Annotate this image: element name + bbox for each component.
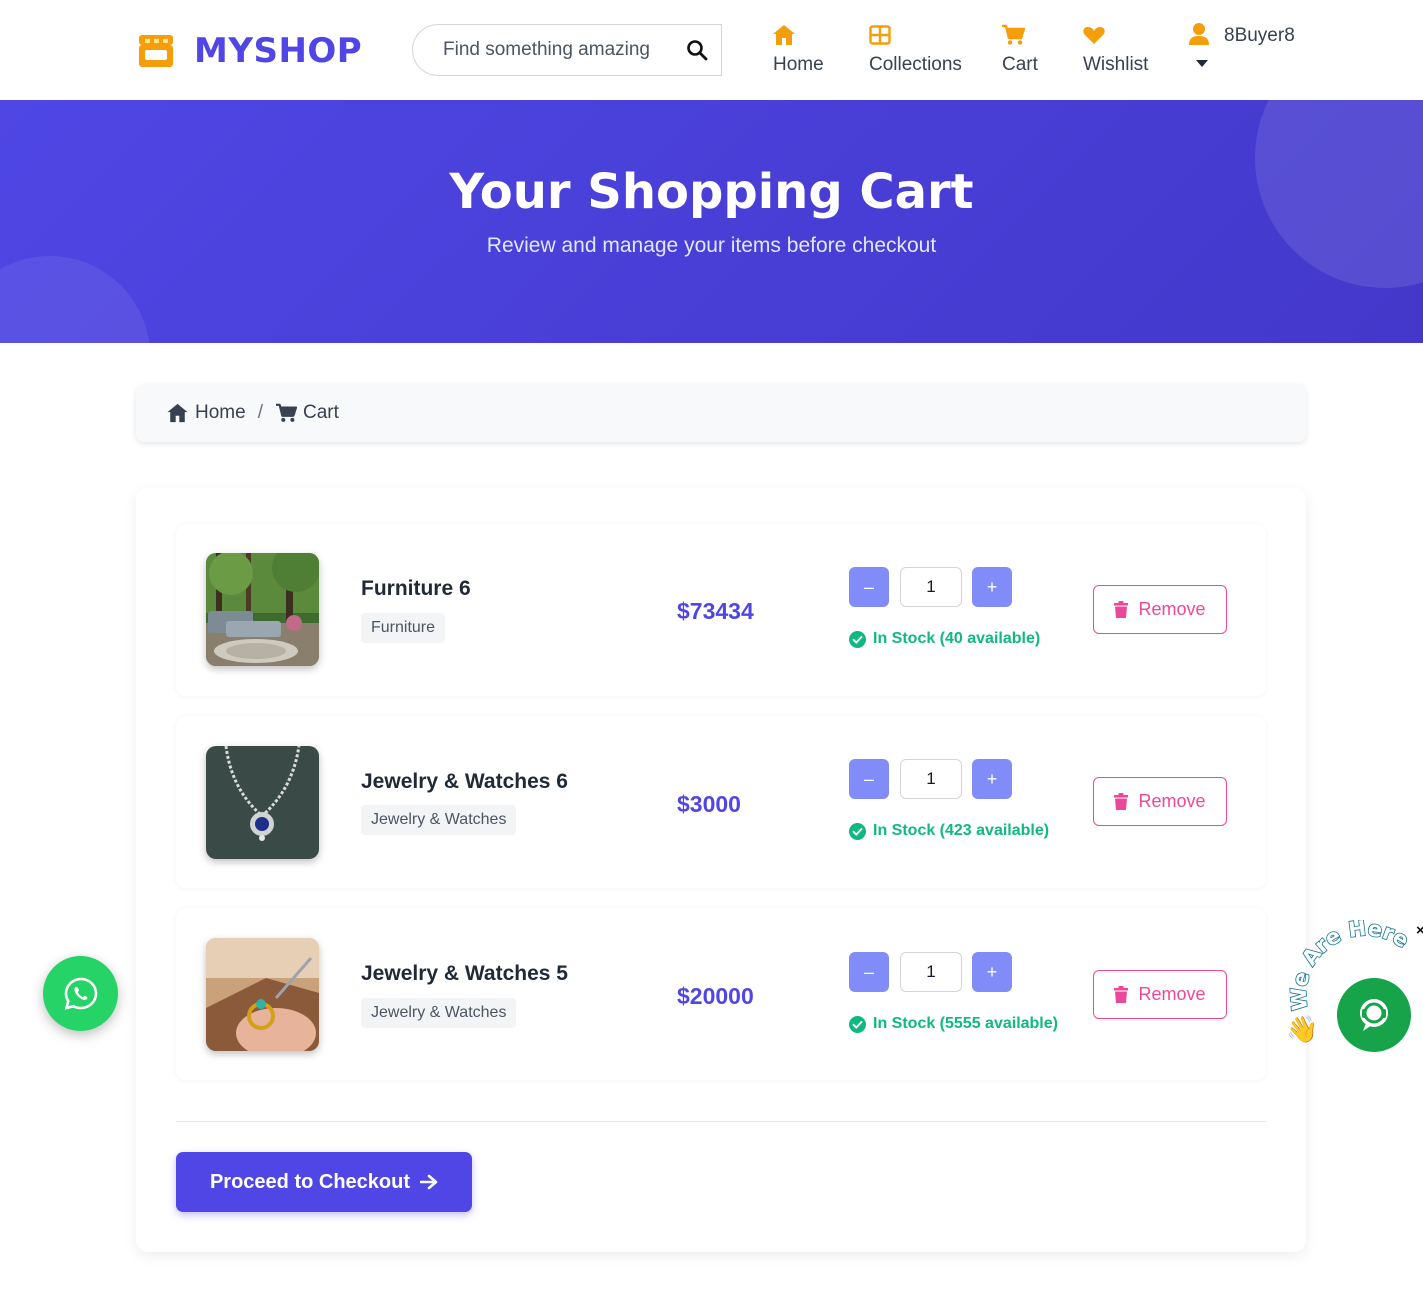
page-title: Your Shopping Cart xyxy=(449,164,974,220)
breadcrumb-home-label: Home xyxy=(195,402,246,423)
nav-collections[interactable]: Collections xyxy=(869,22,962,76)
category-badge: Furniture xyxy=(361,613,446,643)
checkout-label: Proceed to Checkout xyxy=(209,1170,411,1193)
cart-icon xyxy=(1000,22,1026,48)
chat-icon xyxy=(1360,999,1388,1031)
decrease-quantity-button[interactable]: – xyxy=(849,759,889,799)
trash-icon xyxy=(1114,793,1129,810)
grid-icon xyxy=(867,22,893,48)
navbar: MYSHOP Home Collections Cart Wishlist xyxy=(0,0,1423,100)
trash-icon xyxy=(1114,601,1129,618)
divider xyxy=(176,1121,1266,1122)
remove-button[interactable]: Remove xyxy=(1093,970,1227,1019)
check-circle-icon xyxy=(849,822,866,840)
chevron-down-icon[interactable] xyxy=(1196,60,1208,67)
remove-label: Remove xyxy=(1138,599,1206,619)
cart-item: Jewelry & Watches 5 Jewelry & Watches $2… xyxy=(176,908,1266,1080)
product-price: $3000 xyxy=(677,791,741,817)
page-subtitle: Review and manage your items before chec… xyxy=(486,234,937,257)
home-icon xyxy=(771,22,797,48)
increase-quantity-button[interactable]: + xyxy=(972,759,1012,799)
breadcrumb-current-label: Cart xyxy=(302,402,339,423)
store-icon xyxy=(139,35,173,67)
decorative-circle xyxy=(0,256,150,343)
search-box xyxy=(412,24,672,76)
quantity-input[interactable] xyxy=(900,952,962,992)
breadcrumb-separator: / xyxy=(257,402,263,423)
nav-cart-label: Cart xyxy=(1002,54,1038,75)
stock-text: In Stock (40 available) xyxy=(873,630,1041,647)
user-icon xyxy=(1189,23,1209,45)
nav-wishlist[interactable]: Wishlist xyxy=(1083,22,1148,76)
nav-wishlist-label: Wishlist xyxy=(1083,54,1149,75)
stock-text: In Stock (5555 available) xyxy=(873,1015,1058,1032)
product-image[interactable] xyxy=(206,938,319,1051)
decrease-quantity-button[interactable]: – xyxy=(849,952,889,992)
brand-logo[interactable]: MYSHOP xyxy=(136,31,362,71)
svg-text:👋: 👋 xyxy=(1286,1014,1318,1045)
cart-icon xyxy=(275,403,297,422)
arrow-right-icon xyxy=(420,1174,438,1190)
quantity-input[interactable] xyxy=(900,567,962,607)
nav-cart[interactable]: Cart xyxy=(1002,22,1038,76)
brand-name: MYSHOP xyxy=(194,31,363,71)
remove-button[interactable]: Remove xyxy=(1093,777,1227,826)
stock-status: In Stock (5555 available) xyxy=(849,1015,1058,1033)
quantity-input[interactable] xyxy=(900,759,962,799)
cart-item: Jewelry & Watches 6 Jewelry & Watches $3… xyxy=(176,716,1266,888)
cart-card: Furniture 6 Furniture $73434 – + In Stoc… xyxy=(136,488,1306,1252)
decrease-quantity-button[interactable]: – xyxy=(849,567,889,607)
product-price: $20000 xyxy=(677,983,754,1009)
increase-quantity-button[interactable]: + xyxy=(972,952,1012,992)
nav-home[interactable]: Home xyxy=(773,22,824,76)
product-name[interactable]: Furniture 6 xyxy=(361,577,471,601)
whatsapp-button[interactable] xyxy=(43,956,118,1031)
category-badge: Jewelry & Watches xyxy=(361,998,517,1028)
trash-icon xyxy=(1114,986,1129,1003)
nav-home-label: Home xyxy=(773,54,824,75)
whatsapp-icon xyxy=(64,977,97,1010)
breadcrumb-home[interactable]: Home xyxy=(166,402,246,424)
chat-button[interactable] xyxy=(1337,978,1411,1052)
heart-icon xyxy=(1081,22,1107,48)
remove-label: Remove xyxy=(1138,984,1206,1004)
breadcrumb-current: Cart xyxy=(275,402,339,424)
cart-item: Furniture 6 Furniture $73434 – + In Stoc… xyxy=(176,524,1266,696)
nav-collections-label: Collections xyxy=(869,54,962,75)
stock-text: In Stock (423 available) xyxy=(873,822,1050,839)
home-icon xyxy=(167,403,188,423)
product-name[interactable]: Jewelry & Watches 6 xyxy=(361,770,568,794)
check-circle-icon xyxy=(849,630,866,648)
product-image[interactable] xyxy=(206,553,319,666)
hero-banner: Your Shopping Cart Review and manage you… xyxy=(0,100,1423,343)
search-icon xyxy=(686,40,707,61)
search-input[interactable] xyxy=(413,25,672,75)
close-icon[interactable]: × xyxy=(1416,922,1423,939)
category-badge: Jewelry & Watches xyxy=(361,805,517,835)
search-button[interactable] xyxy=(672,24,722,76)
product-image[interactable] xyxy=(206,746,319,859)
remove-button[interactable]: Remove xyxy=(1093,585,1227,634)
product-price: $73434 xyxy=(677,598,754,624)
breadcrumb: Home / Cart xyxy=(136,384,1306,442)
user-name: 8Buyer8 xyxy=(1224,25,1295,46)
check-circle-icon xyxy=(849,1015,866,1033)
product-name[interactable]: Jewelry & Watches 5 xyxy=(361,962,568,986)
increase-quantity-button[interactable]: + xyxy=(972,567,1012,607)
chat-widget[interactable]: We Are Here 👋 × xyxy=(1280,920,1423,1060)
remove-label: Remove xyxy=(1138,791,1206,811)
stock-status: In Stock (423 available) xyxy=(849,822,1049,840)
stock-status: In Stock (40 available) xyxy=(849,630,1040,648)
checkout-button[interactable]: Proceed to Checkout xyxy=(176,1152,472,1212)
